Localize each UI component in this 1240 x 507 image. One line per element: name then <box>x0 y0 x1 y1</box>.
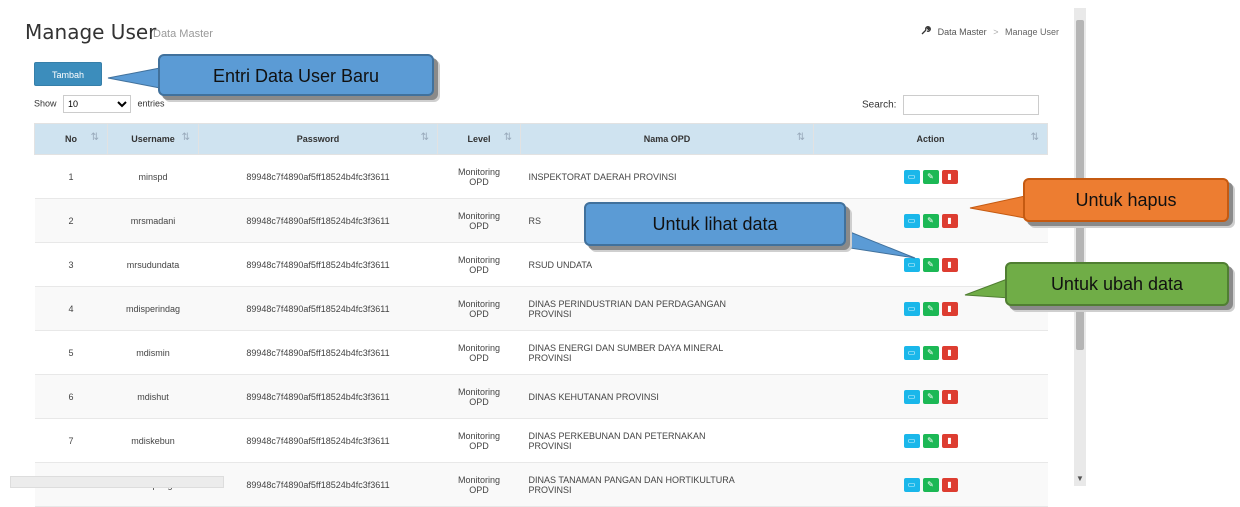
callout-pointer-edit <box>964 277 1011 299</box>
callout-add-user: Entri Data User Baru <box>158 54 434 96</box>
callout-pointer-delete <box>969 195 1026 219</box>
callout-view: Untuk lihat data <box>584 202 846 246</box>
callout-delete: Untuk hapus <box>1023 178 1229 222</box>
callout-pointer-view <box>849 231 916 259</box>
callout-edit: Untuk ubah data <box>1005 262 1229 306</box>
callout-pointer-add <box>107 67 161 89</box>
